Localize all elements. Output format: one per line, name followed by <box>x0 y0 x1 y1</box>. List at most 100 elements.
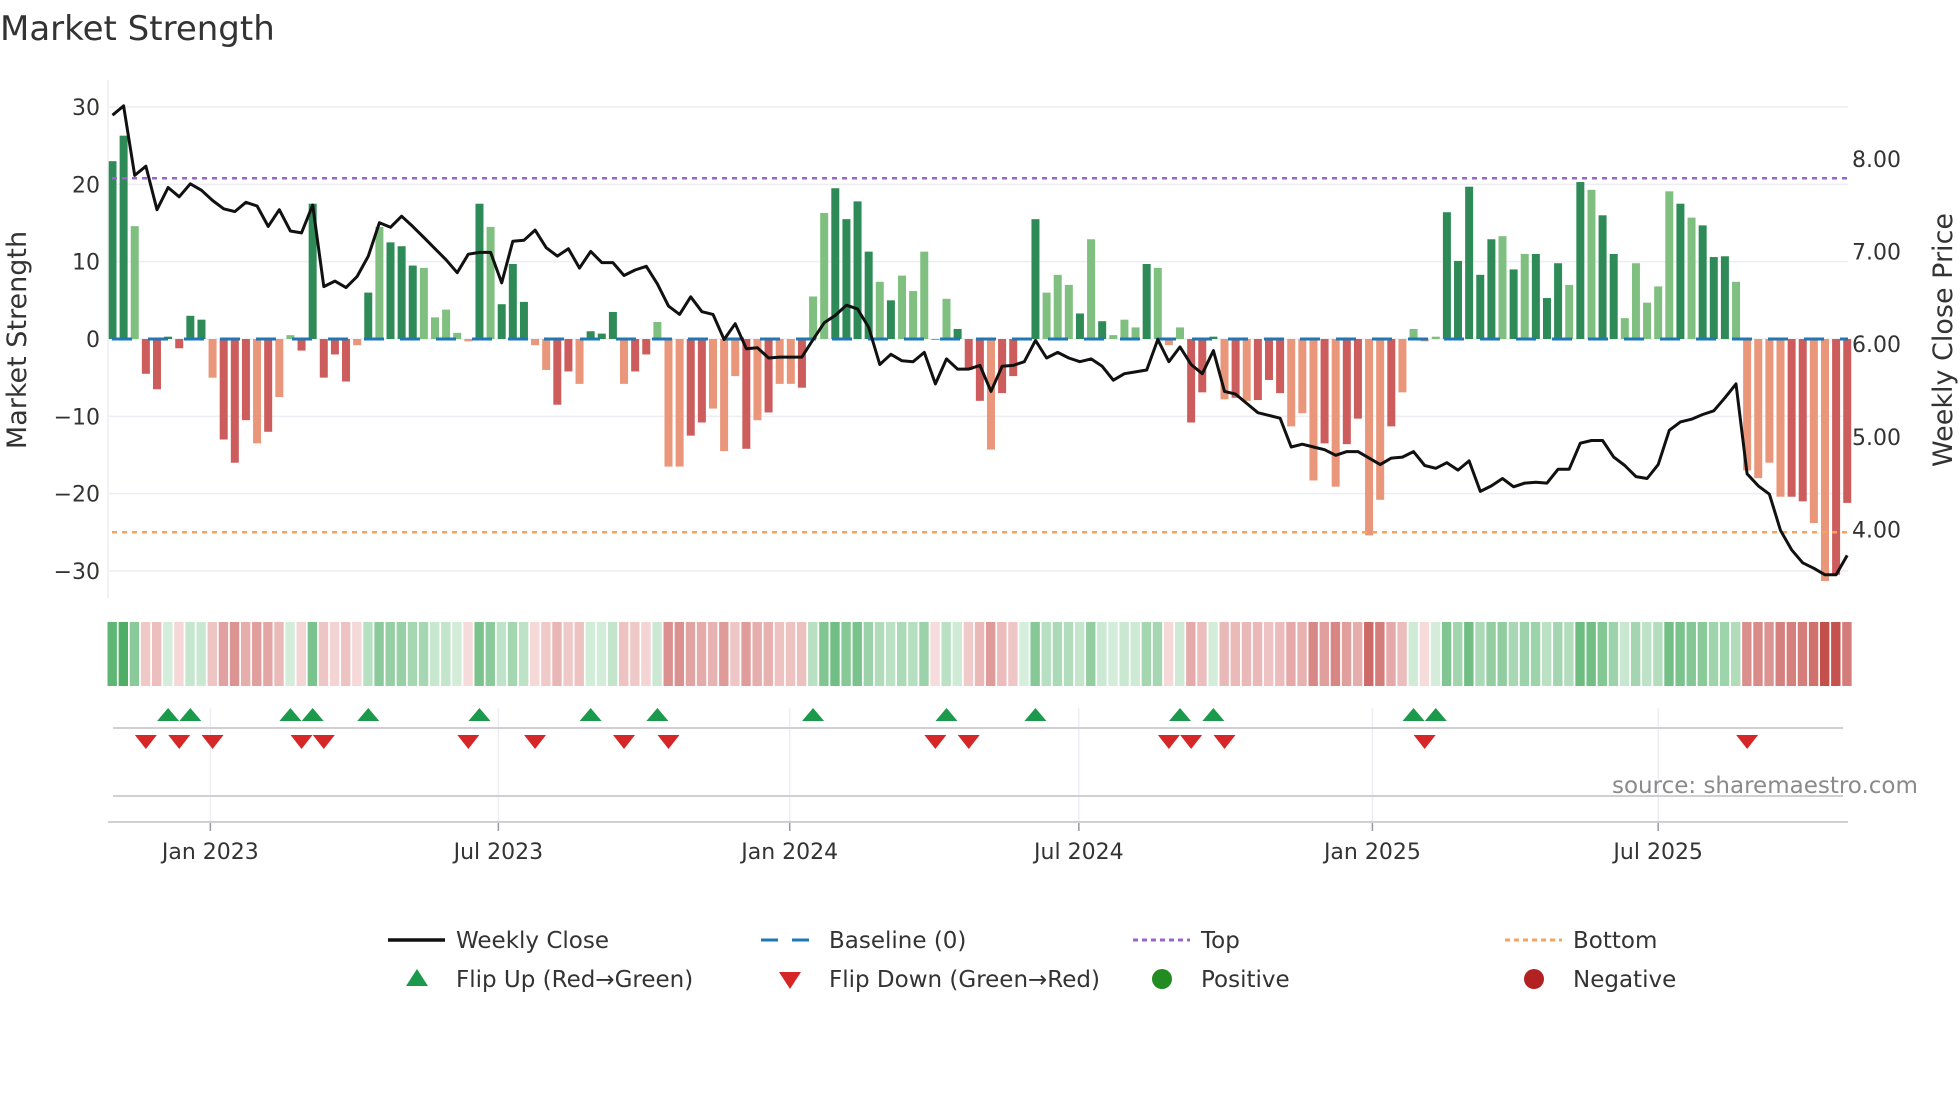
strength-bar <box>697 339 706 423</box>
strength-bar <box>1087 239 1096 339</box>
heat-cell <box>107 622 117 686</box>
strength-bar <box>1276 339 1285 394</box>
legend-negative-icon <box>1524 969 1544 989</box>
axes: 30 20 10 0 −10 −20 −30 8.00 7.00 6.00 5.00 4.00 Jan … <box>54 80 1901 865</box>
strength-bar <box>720 339 729 452</box>
strength-bar <box>1676 203 1685 339</box>
flip-up-marker <box>357 708 380 721</box>
heat-cell <box>685 622 696 686</box>
strength-bar <box>1431 336 1440 339</box>
heat-cell <box>1275 622 1285 686</box>
heat-cell <box>574 622 584 686</box>
heat-cell <box>1041 622 1051 686</box>
heat-cell <box>240 622 251 686</box>
heat-cell <box>652 622 662 686</box>
chart-title: Market Strength <box>0 9 275 49</box>
market-strength-chart: Market Strength Market Strength Weekly C… <box>0 9 1959 993</box>
flip-up-marker <box>179 708 202 721</box>
strength-bar <box>1409 328 1418 339</box>
strength-bar <box>964 339 973 370</box>
strength-bar <box>1587 189 1596 339</box>
y2-tick-label: 6.00 <box>1852 333 1901 358</box>
heat-cell <box>507 622 518 686</box>
heat-cell <box>974 622 985 686</box>
heat-cell <box>518 622 529 686</box>
strength-bar <box>764 339 773 413</box>
heat-cell <box>1675 622 1685 686</box>
strength-bar <box>1253 339 1262 401</box>
heat-cell <box>1764 622 1774 686</box>
heat-cell <box>1486 622 1496 686</box>
strength-bar <box>920 251 929 339</box>
heat-cell <box>730 622 740 686</box>
heat-cell <box>474 622 484 686</box>
heat-cell <box>218 622 229 686</box>
source-credit: source: sharemaestro.com <box>1612 773 1918 799</box>
strength-bar <box>731 339 740 377</box>
heat-cell <box>863 622 874 686</box>
flip-down-marker <box>924 735 947 749</box>
legend-label: Negative <box>1573 967 1676 993</box>
heat-cell <box>463 622 473 686</box>
strength-bar <box>1031 219 1040 339</box>
y-tick-label: −30 <box>54 560 100 585</box>
flip-up-marker <box>1024 708 1047 721</box>
heat-cell <box>1086 622 1096 686</box>
strength-bar <box>1331 339 1340 487</box>
y2-tick-label: 7.00 <box>1852 240 1901 265</box>
heat-cell <box>429 622 440 686</box>
strength-bar <box>620 339 629 384</box>
flip-down-marker <box>134 735 157 749</box>
flip-down-marker <box>1213 735 1236 749</box>
heat-cell <box>1152 622 1163 686</box>
strength-bar <box>519 301 528 339</box>
heat-cell <box>1508 622 1519 686</box>
strength-bar <box>241 339 250 421</box>
strength-bar <box>1665 191 1674 339</box>
heat-cell <box>485 622 495 686</box>
strength-bar <box>1687 217 1696 339</box>
heat-cell <box>1753 622 1763 686</box>
heat-cell <box>441 622 451 686</box>
heat-cell <box>1686 622 1696 686</box>
strength-bar <box>1576 182 1585 339</box>
strength-bar <box>1142 264 1151 339</box>
strength-bar <box>397 246 406 339</box>
heat-cell <box>1475 622 1485 686</box>
strength-bar <box>1454 260 1463 339</box>
legend-positive-icon <box>1152 969 1172 989</box>
strength-bar <box>1131 327 1140 339</box>
strength-bar <box>175 339 184 349</box>
legend-label: Bottom <box>1573 928 1657 954</box>
strength-bar <box>264 339 273 432</box>
strength-bar <box>1442 212 1451 339</box>
flip-down-marker <box>1180 735 1203 749</box>
heat-cell <box>1419 622 1430 686</box>
heat-cell <box>1786 622 1797 686</box>
heat-cell <box>1130 622 1140 686</box>
heat-cell <box>841 622 851 686</box>
heat-cell <box>1597 622 1607 686</box>
strength-bar <box>1798 339 1807 502</box>
heat-cell <box>1052 622 1063 686</box>
y2-tick-label: 8.00 <box>1852 148 1901 173</box>
strength-bar <box>1009 339 1018 377</box>
strength-bar <box>1832 339 1841 575</box>
strength-bar <box>130 226 139 339</box>
heat-cell <box>674 622 685 686</box>
strength-bar <box>708 339 717 409</box>
heat-cell <box>163 622 173 686</box>
heat-cell <box>396 622 407 686</box>
strength-bar <box>464 339 473 342</box>
heat-cell <box>1797 622 1808 686</box>
heat-cell <box>852 622 862 686</box>
flip-up-marker <box>301 708 324 721</box>
flip-down-marker <box>1157 735 1180 749</box>
flip-up-marker <box>1202 708 1225 721</box>
heat-cell <box>1219 622 1229 686</box>
heat-cell <box>563 622 573 686</box>
heat-cell <box>752 622 762 686</box>
heat-cell <box>1608 622 1619 686</box>
x-tick-label: Jul 2024 <box>1032 840 1124 865</box>
heat-cell <box>763 622 773 686</box>
